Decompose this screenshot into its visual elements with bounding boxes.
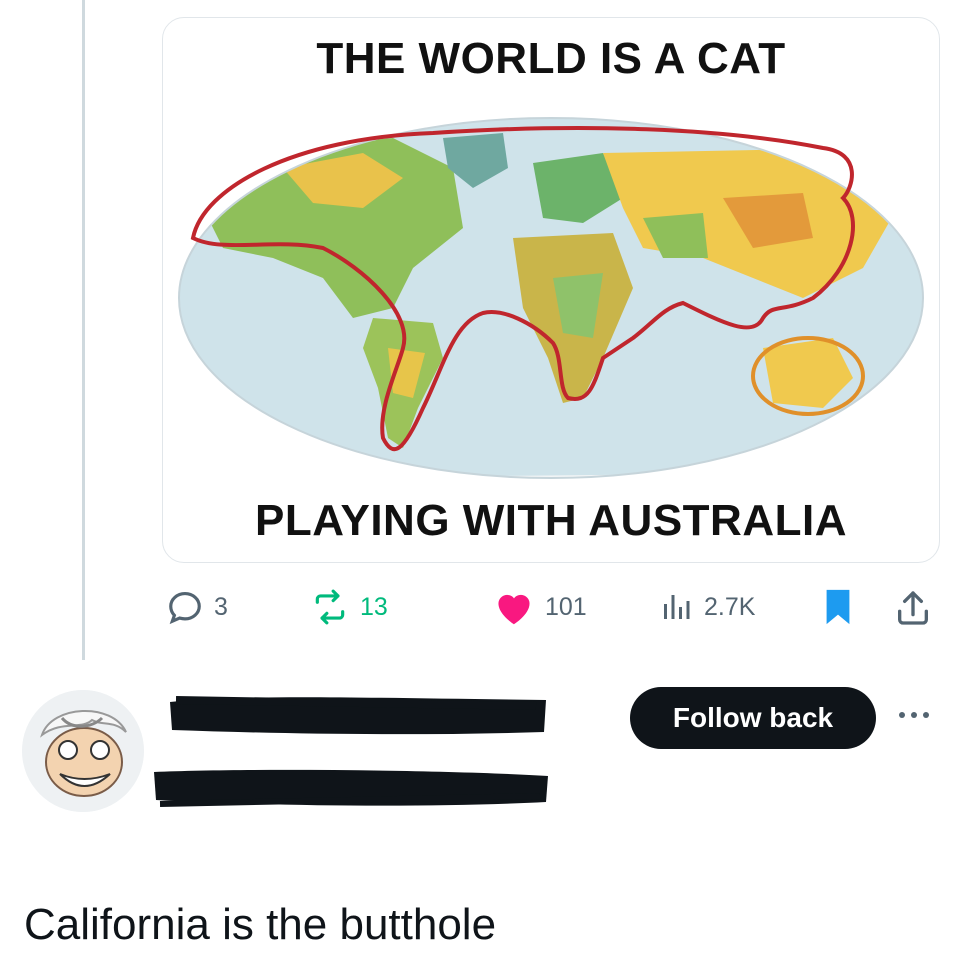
redacted-display-name (166, 692, 548, 738)
follow-back-button[interactable]: Follow back (630, 687, 876, 749)
avatar[interactable] (22, 690, 144, 812)
world-map-image (178, 117, 924, 479)
heart-icon (493, 588, 535, 626)
thread-line (82, 0, 85, 660)
like-count: 101 (545, 592, 587, 621)
retweet-button[interactable]: 13 (310, 588, 388, 626)
bookmark-icon (822, 588, 854, 626)
reply-icon (166, 588, 204, 626)
reply-text: California is the butthole (24, 900, 497, 949)
reply-button[interactable]: 3 (166, 588, 228, 626)
views-button[interactable]: 2.7K (658, 588, 755, 626)
views-icon (658, 588, 694, 626)
meme-bottom-text: PLAYING WITH AUSTRALIA (255, 496, 847, 545)
meme-top-text: THE WORLD IS A CAT (316, 34, 786, 83)
retweet-count: 13 (360, 592, 388, 621)
share-button[interactable] (893, 588, 933, 628)
retweet-icon (310, 588, 350, 626)
tweet-actions: 3 13 101 2.7K (0, 588, 956, 634)
reply-count: 3 (214, 592, 228, 621)
more-options-button[interactable] (890, 700, 938, 730)
redacted-handle (150, 766, 552, 810)
tweet-media[interactable]: THE WORLD IS A CAT PLAYING WITH AUSTRALI… (162, 17, 940, 563)
share-icon (893, 588, 933, 628)
like-button[interactable]: 101 (493, 588, 587, 626)
bookmark-button[interactable] (822, 588, 854, 626)
views-count: 2.7K (704, 592, 756, 621)
more-icon (890, 712, 938, 734)
